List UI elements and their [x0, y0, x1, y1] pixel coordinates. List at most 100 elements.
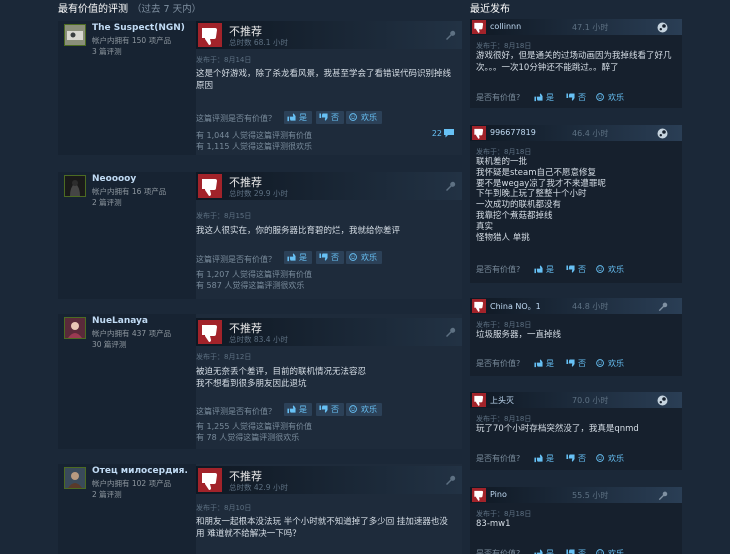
recent-review-header[interactable]: 上头灭 70.0 小时 [470, 392, 682, 408]
recent-reviews-column: 最近发布 collinnn 47.1 小时 发布于：8月18日 游戏很好，但是通… [470, 0, 682, 554]
recent-vote-yes-button[interactable]: 是 [534, 453, 554, 464]
review-author-panel[interactable]: The Suspect(NGN) 帐户内拥有 150 项产品 3 篇评测 [58, 21, 196, 155]
most-helpful-subtitle: （过去 7 天内） [132, 4, 202, 15]
recommendation-header[interactable]: 不推荐 总时数 83.4 小时 [196, 318, 462, 346]
recent-review-card: 996677819 46.4 小时 发布于：8月18日 联机差的一批 我怀疑是s… [470, 125, 682, 283]
recent-helpful-question: 是否有价值? [476, 359, 521, 368]
review-author-panel[interactable]: Отец милосердия. 帐户内拥有 102 项产品 2 篇评测 [58, 464, 196, 554]
thumbs-up-icon [287, 113, 296, 122]
vote-no-button[interactable]: 否 [316, 403, 344, 416]
recent-vote-yes-button[interactable]: 是 [534, 92, 554, 103]
comment-count[interactable]: 22 [432, 129, 454, 138]
author-name[interactable]: Neooooy [92, 174, 136, 184]
recommendation-header[interactable]: 不推荐 总时数 29.9 小时 [196, 172, 462, 200]
helpful-question: 这篇评测是否有价值？ [196, 114, 276, 123]
playtime-hours: 总时数 83.4 小时 [229, 335, 288, 344]
recent-review-header[interactable]: collinnn 47.1 小时 [470, 19, 682, 35]
thumbs-down-icon [566, 359, 575, 367]
vote-no-button[interactable]: 否 [316, 111, 344, 124]
recent-vote-funny-button[interactable]: 欢乐 [596, 358, 624, 369]
vote-funny-button[interactable]: 欢乐 [346, 111, 382, 124]
vote-yes-button[interactable]: 是 [284, 251, 312, 264]
author-name[interactable]: The Suspect(NGN) [92, 23, 185, 33]
recent-vote-yes-button[interactable]: 是 [534, 358, 554, 369]
most-helpful-header: 最有价值的评测 （过去 7 天内） [58, 0, 462, 20]
smile-icon [349, 405, 357, 413]
author-meta: 帐户内拥有 16 项产品 2 篇评测 [92, 186, 166, 208]
recent-helpful-question: 是否有价值? [476, 265, 521, 274]
wrench-icon[interactable] [657, 490, 668, 501]
playtime-hours: 总时数 42.9 小时 [229, 483, 288, 492]
recommendation-header[interactable]: 不推荐 总时数 42.9 小时 [196, 466, 462, 494]
thumbs-down-icon [472, 488, 486, 502]
steam-icon [657, 395, 668, 406]
recent-author-name[interactable]: Pino [490, 490, 507, 499]
recent-playtime: 70.0 小时 [572, 396, 609, 405]
steam-icon [657, 22, 668, 33]
vote-funny-button[interactable]: 欢乐 [346, 403, 382, 416]
thumbs-down-icon [198, 23, 222, 47]
review-body: 不推荐 总时数 83.4 小时 发布于：8月12日 被迫无奈丢个差评，目前的联机… [196, 314, 462, 449]
smile-icon [349, 253, 357, 261]
author-review-count[interactable]: 3 篇评测 [92, 46, 171, 57]
recent-review-header[interactable]: 996677819 46.4 小时 [470, 125, 682, 141]
recent-helpful-question: 是否有价值? [476, 93, 521, 102]
vote-funny-button[interactable]: 欢乐 [346, 251, 382, 264]
author-review-count[interactable]: 2 篇评测 [92, 197, 166, 208]
thumbs-down-icon [472, 20, 486, 34]
posted-date: 发布于：8月12日 [196, 353, 252, 361]
recent-author-name[interactable]: China NO。1 [490, 301, 541, 312]
avatar[interactable] [64, 24, 86, 46]
recent-vote-no-button[interactable]: 否 [566, 548, 586, 554]
review-author-panel[interactable]: NueLanaya 帐户内拥有 437 项产品 30 篇评测 [58, 314, 196, 449]
playtime-hours: 总时数 29.9 小时 [229, 189, 288, 198]
recent-vote-yes-button[interactable]: 是 [534, 548, 554, 554]
recent-vote-funny-button[interactable]: 欢乐 [596, 453, 624, 464]
author-review-count[interactable]: 30 篇评测 [92, 339, 171, 350]
steam-icon [657, 128, 668, 139]
review-content: 我这人很实在，你的服务器比育碧的烂，我就给你差评 [196, 226, 401, 236]
recent-vote-no-button[interactable]: 否 [566, 453, 586, 464]
author-review-count[interactable]: 2 篇评测 [92, 489, 171, 500]
recent-review-content: 玩了70个小时存档突然没了，我真是qnmd [476, 424, 639, 434]
recent-author-name[interactable]: 上头灭 [490, 395, 514, 406]
recent-vote-no-button[interactable]: 否 [566, 92, 586, 103]
author-products: 帐户内拥有 150 项产品 [92, 36, 172, 45]
recent-playtime: 47.1 小时 [572, 23, 609, 32]
wrench-icon[interactable] [657, 301, 668, 312]
vote-no-button[interactable]: 否 [316, 251, 344, 264]
playtime-hours: 总时数 68.1 小时 [229, 38, 288, 47]
wrench-icon[interactable] [444, 474, 456, 486]
review-content: 被迫无奈丢个差评，目前的联机情况无法容忍 我不想看到很多朋友因此退坑 [196, 367, 367, 389]
author-name[interactable]: NueLanaya [92, 316, 148, 326]
recommendation-header[interactable]: 不推荐 总时数 68.1 小时 [196, 21, 462, 49]
recent-review-card: 上头灭 70.0 小时 发布于：8月18日 玩了70个小时存档突然没了，我真是q… [470, 392, 682, 470]
recent-author-name[interactable]: collinnn [490, 22, 521, 31]
author-products: 帐户内拥有 16 项产品 [92, 187, 167, 196]
recent-vote-funny-button[interactable]: 欢乐 [596, 548, 624, 554]
recent-vote-funny-button[interactable]: 欢乐 [596, 264, 624, 275]
avatar[interactable] [64, 175, 86, 197]
recent-vote-no-button[interactable]: 否 [566, 358, 586, 369]
recent-vote-funny-button[interactable]: 欢乐 [596, 92, 624, 103]
avatar[interactable] [64, 467, 86, 489]
wrench-icon[interactable] [444, 180, 456, 192]
wrench-icon[interactable] [444, 29, 456, 41]
vote-yes-button[interactable]: 是 [284, 111, 312, 124]
avatar[interactable] [64, 317, 86, 339]
author-products: 帐户内拥有 437 项产品 [92, 329, 172, 338]
recent-vote-yes-button[interactable]: 是 [534, 264, 554, 275]
review-author-panel[interactable]: Neooooy 帐户内拥有 16 项产品 2 篇评测 [58, 172, 196, 299]
recent-vote-no-button[interactable]: 否 [566, 264, 586, 275]
recent-playtime: 46.4 小时 [572, 129, 609, 138]
posted-date: 发布于：8月14日 [196, 56, 252, 64]
recent-review-header[interactable]: China NO。1 44.8 小时 [470, 298, 682, 314]
vote-yes-button[interactable]: 是 [284, 403, 312, 416]
recent-review-content: 联机差的一批 我怀疑是steam自己不愿意修复 要不是wegay凉了我才不来遭罪… [476, 157, 606, 243]
recent-review-content: 游戏很好，但是通关的过场动画因为我掉线看了好几次。。。一次10分钟还不能跳过。。… [476, 51, 672, 73]
recent-author-name[interactable]: 996677819 [490, 128, 536, 137]
most-helpful-title: 最有价值的评测 [58, 4, 128, 15]
wrench-icon[interactable] [444, 326, 456, 338]
author-name[interactable]: Отец милосердия. [92, 466, 188, 476]
recent-review-header[interactable]: Pino 55.5 小时 [470, 487, 682, 503]
